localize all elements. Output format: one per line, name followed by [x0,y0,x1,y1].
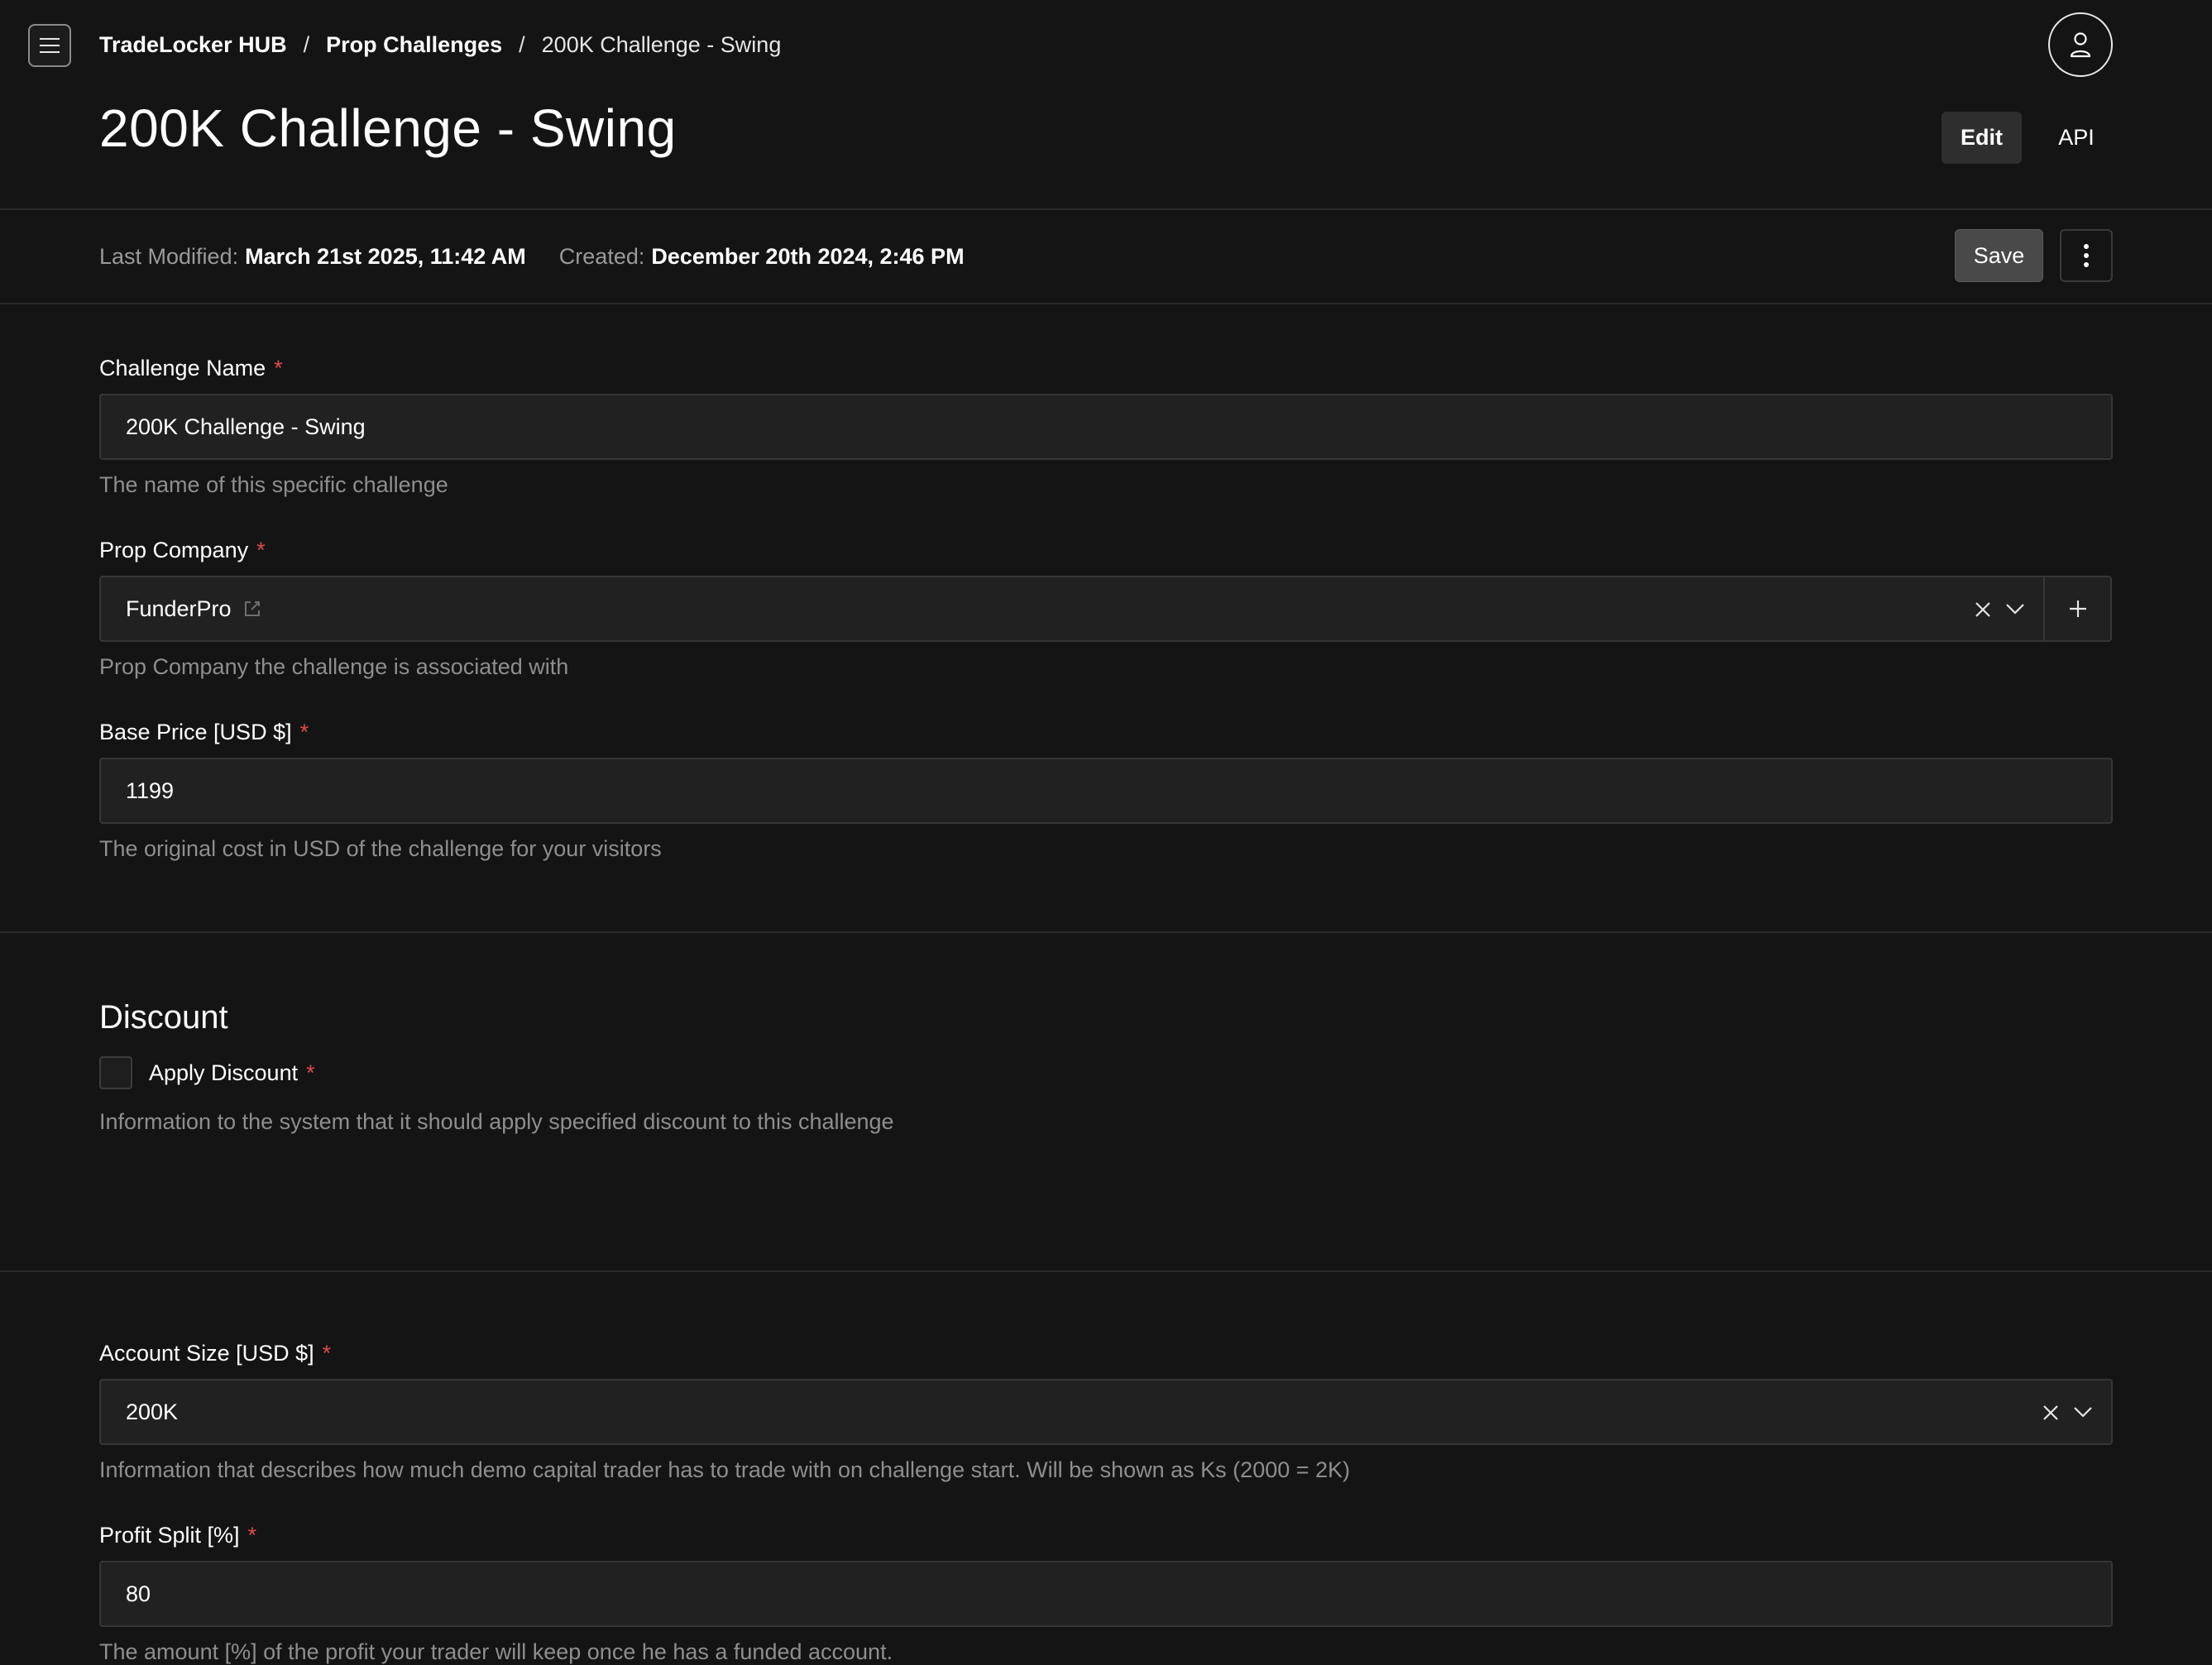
apply-discount-label-text: Apply Discount [149,1060,299,1085]
plus-icon [2069,600,2086,617]
prop-company-label-text: Prop Company [99,538,249,562]
account-size-label-text: Account Size [USD $] [99,1341,314,1366]
breadcrumb-separator: / [303,31,310,57]
account-size-select[interactable]: 200K [99,1379,2113,1445]
breadcrumb-separator: / [519,31,525,57]
created-value: December 20th 2024, 2:46 PM [651,243,965,269]
account-size-label: Account Size [USD $] * [99,1341,331,1366]
profit-split-help: The amount [%] of the profit your trader… [99,1639,893,1664]
prop-company-label: Prop Company * [99,538,266,563]
divider [0,303,2212,304]
more-vertical-icon [2084,244,2089,267]
page-title: 200K Challenge - Swing [99,98,677,158]
required-marker: * [306,1060,315,1085]
divider [0,1270,2212,1272]
created-label: Created: [558,243,645,269]
menu-icon [40,38,60,53]
challenge-name-help: The name of this specific challenge [99,472,448,497]
prop-company-value: FunderPro [126,596,232,621]
add-prop-company-button[interactable] [2045,577,2110,640]
base-price-input[interactable]: 1199 [99,758,2113,824]
profit-split-label: Profit Split [%] * [99,1523,256,1548]
tab-edit[interactable]: Edit [1941,112,2022,164]
profit-split-input[interactable]: 80 [99,1561,2113,1627]
tab-api[interactable]: API [2037,112,2116,164]
base-price-help: The original cost in USD of the challeng… [99,836,662,861]
record-meta: Last Modified: March 21st 2025, 11:42 AM… [99,242,965,271]
prop-company-value-wrap: FunderPro [126,577,261,640]
challenge-name-label: Challenge Name * [99,356,283,381]
more-options-button[interactable] [2060,229,2113,282]
discount-section-title: Discount [99,999,228,1036]
breadcrumb-root-link[interactable]: TradeLocker HUB [99,32,287,58]
profit-split-label-text: Profit Split [%] [99,1523,240,1548]
save-button[interactable]: Save [1955,229,2043,282]
last-modified-label: Last Modified: [99,243,239,269]
apply-discount-checkbox[interactable] [99,1056,132,1089]
required-marker: * [256,538,266,562]
required-marker: * [274,356,283,380]
base-price-label-text: Base Price [USD $] [99,720,292,744]
user-avatar-button[interactable] [2048,12,2113,77]
challenge-name-label-text: Challenge Name [99,356,266,380]
user-icon [2070,32,2091,58]
menu-button[interactable] [28,24,71,67]
breadcrumb-section-link[interactable]: Prop Challenges [326,32,502,58]
divider [0,931,2212,933]
required-marker: * [247,1523,257,1548]
clear-icon[interactable] [2042,1404,2060,1422]
breadcrumb: TradeLocker HUB / Prop Challenges / 200K… [99,28,781,61]
last-modified-value: March 21st 2025, 11:42 AM [245,243,526,269]
prop-company-select[interactable]: FunderPro [99,576,2112,642]
external-edit-icon[interactable] [243,600,261,618]
account-size-value-wrap: 200K [126,1380,178,1443]
account-size-value: 200K [126,1399,179,1424]
challenge-name-input[interactable]: 200K Challenge - Swing [99,394,2113,460]
divider [0,208,2212,210]
prop-company-help: Prop Company the challenge is associated… [99,654,569,679]
base-price-label: Base Price [USD $] * [99,720,309,745]
chevron-down-icon[interactable] [2073,1405,2093,1419]
required-marker: * [299,720,309,744]
apply-discount-label: Apply Discount * [149,1057,315,1088]
chevron-down-icon[interactable] [2005,602,2025,615]
required-marker: * [322,1341,332,1366]
clear-icon[interactable] [1974,600,1992,619]
apply-discount-help: Information to the system that it should… [99,1109,894,1134]
breadcrumb-current: 200K Challenge - Swing [541,31,782,57]
account-size-help: Information that describes how much demo… [99,1457,1351,1482]
